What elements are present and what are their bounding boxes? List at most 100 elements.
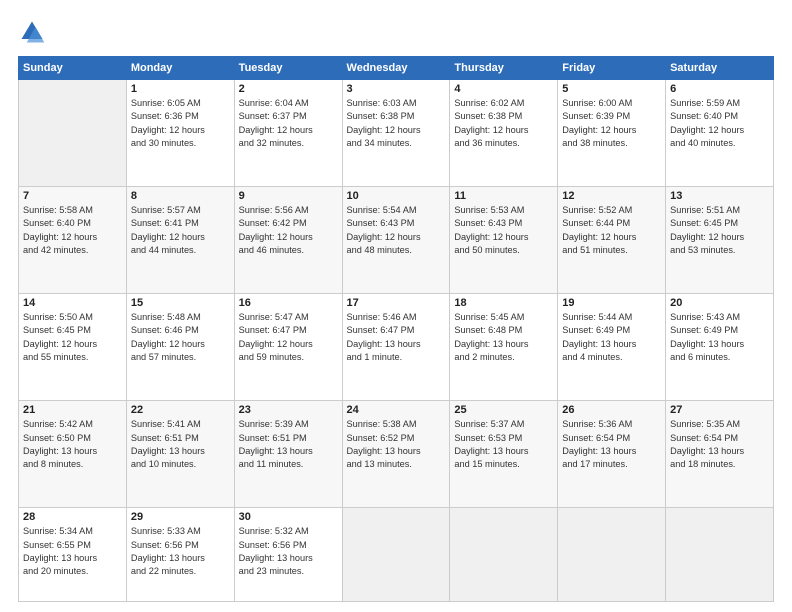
logo-icon [18, 18, 46, 46]
day-info: Sunrise: 5:48 AM Sunset: 6:46 PM Dayligh… [131, 311, 230, 364]
day-number: 23 [239, 404, 338, 416]
day-info: Sunrise: 5:47 AM Sunset: 6:47 PM Dayligh… [239, 311, 338, 364]
day-number: 8 [131, 190, 230, 202]
day-info: Sunrise: 5:46 AM Sunset: 6:47 PM Dayligh… [347, 311, 446, 364]
day-info: Sunrise: 6:03 AM Sunset: 6:38 PM Dayligh… [347, 97, 446, 150]
day-info: Sunrise: 5:50 AM Sunset: 6:45 PM Dayligh… [23, 311, 122, 364]
calendar-cell: 3Sunrise: 6:03 AM Sunset: 6:38 PM Daylig… [342, 80, 450, 187]
col-header-friday: Friday [558, 57, 666, 80]
day-info: Sunrise: 5:33 AM Sunset: 6:56 PM Dayligh… [131, 525, 230, 578]
calendar-cell: 30 Sunrise: 5:32 AM Sunset: 6:56 PM Dayli… [234, 508, 342, 602]
day-number: 1 [131, 83, 230, 95]
calendar-cell: 26 Sunrise: 5:36 AM Sunset: 6:54 PM Dayli… [558, 401, 666, 508]
calendar-week-row: 7 Sunrise: 5:58 AM Sunset: 6:40 PM Daylig… [19, 187, 774, 294]
calendar-cell: 24Sunrise: 5:38 AM Sunset: 6:52 PM Dayli… [342, 401, 450, 508]
calendar-cell: 4 Sunrise: 6:02 AM Sunset: 6:38 PM Daylig… [450, 80, 558, 187]
day-info: Sunrise: 5:38 AM Sunset: 6:52 PM Dayligh… [347, 418, 446, 471]
day-info: Sunrise: 5:56 AM Sunset: 6:42 PM Dayligh… [239, 204, 338, 257]
day-number: 12 [562, 190, 661, 202]
day-info: Sunrise: 5:45 AM Sunset: 6:48 PM Dayligh… [454, 311, 553, 364]
calendar-cell: 20 Sunrise: 5:43 AM Sunset: 6:49 PM Dayli… [666, 294, 774, 401]
calendar-cell: 5 Sunrise: 6:00 AM Sunset: 6:39 PM Daylig… [558, 80, 666, 187]
col-header-thursday: Thursday [450, 57, 558, 80]
calendar-cell: 1 Sunrise: 6:05 AM Sunset: 6:36 PM Daylig… [126, 80, 234, 187]
day-info: Sunrise: 5:54 AM Sunset: 6:43 PM Dayligh… [347, 204, 446, 257]
calendar-cell: 8Sunrise: 5:57 AM Sunset: 6:41 PM Daylig… [126, 187, 234, 294]
day-info: Sunrise: 5:37 AM Sunset: 6:53 PM Dayligh… [454, 418, 553, 471]
calendar-cell: 16 Sunrise: 5:47 AM Sunset: 6:47 PM Dayli… [234, 294, 342, 401]
day-info: Sunrise: 6:05 AM Sunset: 6:36 PM Dayligh… [131, 97, 230, 150]
calendar-cell: 21 Sunrise: 5:42 AM Sunset: 6:50 PM Dayli… [19, 401, 127, 508]
day-info: Sunrise: 5:36 AM Sunset: 6:54 PM Dayligh… [562, 418, 661, 471]
day-number: 29 [131, 511, 230, 523]
day-number: 5 [562, 83, 661, 95]
day-number: 28 [23, 511, 122, 523]
calendar-cell: 23 Sunrise: 5:39 AM Sunset: 6:51 PM Dayli… [234, 401, 342, 508]
calendar-week-row: 21 Sunrise: 5:42 AM Sunset: 6:50 PM Dayli… [19, 401, 774, 508]
day-number: 16 [239, 297, 338, 309]
calendar-week-row: 14 Sunrise: 5:50 AM Sunset: 6:45 PM Dayli… [19, 294, 774, 401]
day-number: 18 [454, 297, 553, 309]
day-info: Sunrise: 5:51 AM Sunset: 6:45 PM Dayligh… [670, 204, 769, 257]
calendar-cell: 10 Sunrise: 5:54 AM Sunset: 6:43 PM Dayli… [342, 187, 450, 294]
calendar-cell [19, 80, 127, 187]
logo [18, 18, 52, 46]
calendar-cell: 27Sunrise: 5:35 AM Sunset: 6:54 PM Dayli… [666, 401, 774, 508]
calendar-cell: 25 Sunrise: 5:37 AM Sunset: 6:53 PM Dayli… [450, 401, 558, 508]
calendar-cell: 18 Sunrise: 5:45 AM Sunset: 6:48 PM Dayli… [450, 294, 558, 401]
calendar-cell [666, 508, 774, 602]
calendar-cell: 12 Sunrise: 5:52 AM Sunset: 6:44 PM Dayli… [558, 187, 666, 294]
day-info: Sunrise: 5:43 AM Sunset: 6:49 PM Dayligh… [670, 311, 769, 364]
day-number: 9 [239, 190, 338, 202]
calendar-cell: 28Sunrise: 5:34 AM Sunset: 6:55 PM Dayli… [19, 508, 127, 602]
day-number: 7 [23, 190, 122, 202]
calendar-week-row: 28Sunrise: 5:34 AM Sunset: 6:55 PM Dayli… [19, 508, 774, 602]
day-info: Sunrise: 5:32 AM Sunset: 6:56 PM Dayligh… [239, 525, 338, 578]
day-number: 19 [562, 297, 661, 309]
col-header-sunday: Sunday [19, 57, 127, 80]
calendar-cell [558, 508, 666, 602]
calendar-cell: 7 Sunrise: 5:58 AM Sunset: 6:40 PM Daylig… [19, 187, 127, 294]
day-number: 21 [23, 404, 122, 416]
calendar-cell: 13 Sunrise: 5:51 AM Sunset: 6:45 PM Dayli… [666, 187, 774, 294]
calendar-cell [342, 508, 450, 602]
day-number: 14 [23, 297, 122, 309]
day-info: Sunrise: 6:02 AM Sunset: 6:38 PM Dayligh… [454, 97, 553, 150]
day-info: Sunrise: 5:42 AM Sunset: 6:50 PM Dayligh… [23, 418, 122, 471]
day-info: Sunrise: 6:04 AM Sunset: 6:37 PM Dayligh… [239, 97, 338, 150]
calendar-cell: 2 Sunrise: 6:04 AM Sunset: 6:37 PM Daylig… [234, 80, 342, 187]
day-number: 11 [454, 190, 553, 202]
day-info: Sunrise: 5:41 AM Sunset: 6:51 PM Dayligh… [131, 418, 230, 471]
day-number: 20 [670, 297, 769, 309]
day-number: 25 [454, 404, 553, 416]
calendar-week-row: 1 Sunrise: 6:05 AM Sunset: 6:36 PM Daylig… [19, 80, 774, 187]
col-header-wednesday: Wednesday [342, 57, 450, 80]
day-number: 15 [131, 297, 230, 309]
day-info: Sunrise: 5:39 AM Sunset: 6:51 PM Dayligh… [239, 418, 338, 471]
calendar-cell: 14 Sunrise: 5:50 AM Sunset: 6:45 PM Dayli… [19, 294, 127, 401]
calendar-cell: 19 Sunrise: 5:44 AM Sunset: 6:49 PM Dayli… [558, 294, 666, 401]
day-info: Sunrise: 5:53 AM Sunset: 6:43 PM Dayligh… [454, 204, 553, 257]
calendar-cell: 9 Sunrise: 5:56 AM Sunset: 6:42 PM Daylig… [234, 187, 342, 294]
calendar-cell: 15 Sunrise: 5:48 AM Sunset: 6:46 PM Dayli… [126, 294, 234, 401]
day-info: Sunrise: 6:00 AM Sunset: 6:39 PM Dayligh… [562, 97, 661, 150]
calendar-cell: 11 Sunrise: 5:53 AM Sunset: 6:43 PM Dayli… [450, 187, 558, 294]
day-number: 6 [670, 83, 769, 95]
header [18, 18, 774, 46]
col-header-saturday: Saturday [666, 57, 774, 80]
day-number: 27 [670, 404, 769, 416]
day-info: Sunrise: 5:58 AM Sunset: 6:40 PM Dayligh… [23, 204, 122, 257]
calendar-cell [450, 508, 558, 602]
day-number: 10 [347, 190, 446, 202]
day-number: 22 [131, 404, 230, 416]
day-number: 4 [454, 83, 553, 95]
calendar-cell: 22 Sunrise: 5:41 AM Sunset: 6:51 PM Dayli… [126, 401, 234, 508]
calendar-cell: 17Sunrise: 5:46 AM Sunset: 6:47 PM Dayli… [342, 294, 450, 401]
day-number: 13 [670, 190, 769, 202]
day-number: 30 [239, 511, 338, 523]
day-number: 26 [562, 404, 661, 416]
calendar-table: SundayMondayTuesdayWednesdayThursdayFrid… [18, 56, 774, 602]
day-info: Sunrise: 5:52 AM Sunset: 6:44 PM Dayligh… [562, 204, 661, 257]
day-info: Sunrise: 5:44 AM Sunset: 6:49 PM Dayligh… [562, 311, 661, 364]
day-number: 2 [239, 83, 338, 95]
